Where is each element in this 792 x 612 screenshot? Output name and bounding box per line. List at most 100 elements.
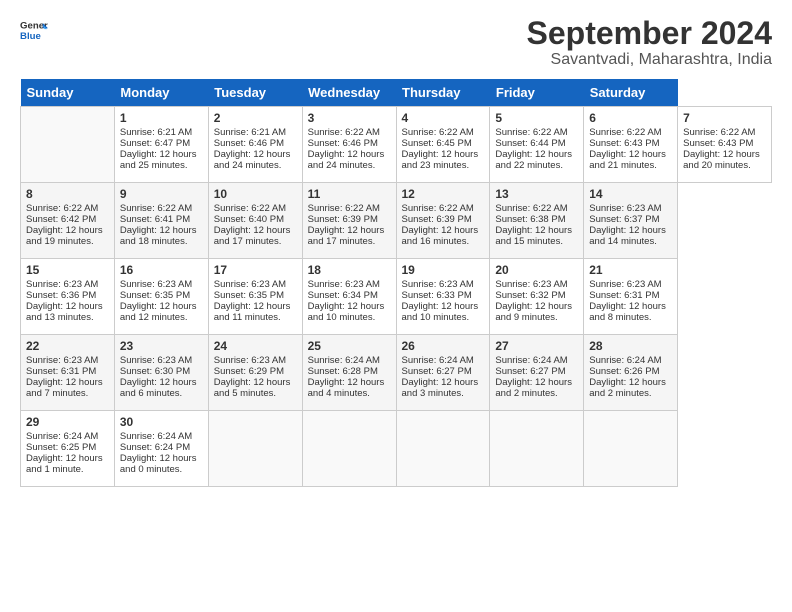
sunset-text: Sunset: 6:39 PM: [402, 214, 472, 225]
table-cell: 13 Sunrise: 6:22 AMSunset: 6:38 PMDayligh…: [490, 183, 584, 259]
table-cell: 18Sunrise: 6:23 AMSunset: 6:34 PMDayligh…: [302, 259, 396, 335]
sunrise-text: Sunrise: 6:22 AM: [308, 127, 380, 138]
table-cell: 12 Sunrise: 6:22 AMSunset: 6:39 PMDayligh…: [396, 183, 490, 259]
sunset-text: Sunset: 6:36 PM: [26, 290, 96, 301]
sunrise-text: Sunrise: 6:24 AM: [589, 355, 661, 366]
daylight-text: Daylight: 12 hours and 25 minutes.: [120, 149, 197, 171]
sunrise-text: Sunrise: 6:23 AM: [308, 279, 380, 290]
sunset-text: Sunset: 6:37 PM: [589, 214, 659, 225]
day-number: 19: [402, 263, 485, 277]
day-number: 5: [495, 111, 578, 125]
daylight-text: Daylight: 12 hours and 13 minutes.: [26, 301, 103, 323]
daylight-text: Daylight: 12 hours and 4 minutes.: [308, 377, 385, 399]
table-cell: [490, 411, 584, 487]
daylight-text: Daylight: 12 hours and 11 minutes.: [214, 301, 291, 323]
calendar-title: September 2024: [527, 16, 772, 51]
sunrise-text: Sunrise: 6:22 AM: [402, 203, 474, 214]
daylight-text: Daylight: 12 hours and 3 minutes.: [402, 377, 479, 399]
day-number: 26: [402, 339, 485, 353]
day-number: 12: [402, 187, 485, 201]
sunset-text: Sunset: 6:33 PM: [402, 290, 472, 301]
sunset-text: Sunset: 6:25 PM: [26, 442, 96, 453]
header: General Blue September 2024 Savantvadi, …: [20, 16, 772, 69]
calendar-subtitle: Savantvadi, Maharashtra, India: [527, 51, 772, 69]
sunrise-text: Sunrise: 6:24 AM: [120, 431, 192, 442]
sunset-text: Sunset: 6:45 PM: [402, 138, 472, 149]
table-cell: 9Sunrise: 6:22 AMSunset: 6:41 PMDaylight…: [114, 183, 208, 259]
col-sunday: Sunday: [21, 79, 115, 107]
daylight-text: Daylight: 12 hours and 2 minutes.: [495, 377, 572, 399]
day-number: 2: [214, 111, 297, 125]
sunrise-text: Sunrise: 6:23 AM: [402, 279, 474, 290]
table-cell: 20Sunrise: 6:23 AMSunset: 6:32 PMDayligh…: [490, 259, 584, 335]
day-number: 8: [26, 187, 109, 201]
calendar-header-row: Sunday Monday Tuesday Wednesday Thursday…: [21, 79, 772, 107]
day-number: 11: [308, 187, 391, 201]
day-number: 17: [214, 263, 297, 277]
sunset-text: Sunset: 6:46 PM: [214, 138, 284, 149]
daylight-text: Daylight: 12 hours and 23 minutes.: [402, 149, 479, 171]
sunrise-text: Sunrise: 6:22 AM: [495, 127, 567, 138]
daylight-text: Daylight: 12 hours and 24 minutes.: [214, 149, 291, 171]
day-number: 27: [495, 339, 578, 353]
table-cell: 21Sunrise: 6:23 AMSunset: 6:31 PMDayligh…: [584, 259, 678, 335]
day-number: 21: [589, 263, 672, 277]
sunrise-text: Sunrise: 6:22 AM: [495, 203, 567, 214]
day-number: 4: [402, 111, 485, 125]
daylight-text: Daylight: 12 hours and 5 minutes.: [214, 377, 291, 399]
sunrise-text: Sunrise: 6:24 AM: [308, 355, 380, 366]
daylight-text: Daylight: 12 hours and 10 minutes.: [308, 301, 385, 323]
daylight-text: Daylight: 12 hours and 10 minutes.: [402, 301, 479, 323]
sunset-text: Sunset: 6:38 PM: [495, 214, 565, 225]
sunset-text: Sunset: 6:46 PM: [308, 138, 378, 149]
table-cell: 27Sunrise: 6:24 AMSunset: 6:27 PMDayligh…: [490, 335, 584, 411]
table-cell: 8Sunrise: 6:22 AMSunset: 6:42 PMDaylight…: [21, 183, 115, 259]
sunrise-text: Sunrise: 6:24 AM: [402, 355, 474, 366]
sunset-text: Sunset: 6:43 PM: [683, 138, 753, 149]
table-cell: 3Sunrise: 6:22 AMSunset: 6:46 PMDaylight…: [302, 107, 396, 183]
table-cell: 29Sunrise: 6:24 AMSunset: 6:25 PMDayligh…: [21, 411, 115, 487]
table-cell: [208, 411, 302, 487]
daylight-text: Daylight: 12 hours and 21 minutes.: [589, 149, 666, 171]
day-number: 7: [683, 111, 766, 125]
daylight-text: Daylight: 12 hours and 1 minute.: [26, 453, 103, 475]
sunrise-text: Sunrise: 6:23 AM: [214, 279, 286, 290]
day-number: 13: [495, 187, 578, 201]
sunrise-text: Sunrise: 6:22 AM: [589, 127, 661, 138]
daylight-text: Daylight: 12 hours and 0 minutes.: [120, 453, 197, 475]
sunset-text: Sunset: 6:35 PM: [120, 290, 190, 301]
daylight-text: Daylight: 12 hours and 17 minutes.: [214, 225, 291, 247]
day-number: 18: [308, 263, 391, 277]
daylight-text: Daylight: 12 hours and 16 minutes.: [402, 225, 479, 247]
day-number: 6: [589, 111, 672, 125]
table-cell: [584, 411, 678, 487]
sunset-text: Sunset: 6:31 PM: [589, 290, 659, 301]
col-thursday: Thursday: [396, 79, 490, 107]
logo-icon: General Blue: [20, 16, 48, 44]
sunrise-text: Sunrise: 6:22 AM: [308, 203, 380, 214]
sunset-text: Sunset: 6:28 PM: [308, 366, 378, 377]
daylight-text: Daylight: 12 hours and 15 minutes.: [495, 225, 572, 247]
daylight-text: Daylight: 12 hours and 19 minutes.: [26, 225, 103, 247]
table-cell: 15Sunrise: 6:23 AMSunset: 6:36 PMDayligh…: [21, 259, 115, 335]
table-cell: 14Sunrise: 6:23 AMSunset: 6:37 PMDayligh…: [584, 183, 678, 259]
sunrise-text: Sunrise: 6:22 AM: [120, 203, 192, 214]
day-number: 23: [120, 339, 203, 353]
day-number: 16: [120, 263, 203, 277]
sunrise-text: Sunrise: 6:23 AM: [495, 279, 567, 290]
table-cell: 22Sunrise: 6:23 AMSunset: 6:31 PMDayligh…: [21, 335, 115, 411]
daylight-text: Daylight: 12 hours and 14 minutes.: [589, 225, 666, 247]
sunset-text: Sunset: 6:42 PM: [26, 214, 96, 225]
day-number: 10: [214, 187, 297, 201]
sunrise-text: Sunrise: 6:24 AM: [26, 431, 98, 442]
table-cell: 24Sunrise: 6:23 AMSunset: 6:29 PMDayligh…: [208, 335, 302, 411]
sunset-text: Sunset: 6:41 PM: [120, 214, 190, 225]
sunrise-text: Sunrise: 6:23 AM: [589, 279, 661, 290]
day-number: 3: [308, 111, 391, 125]
col-friday: Friday: [490, 79, 584, 107]
logo: General Blue: [20, 16, 48, 44]
col-tuesday: Tuesday: [208, 79, 302, 107]
sunset-text: Sunset: 6:47 PM: [120, 138, 190, 149]
calendar-week-row: 1Sunrise: 6:21 AMSunset: 6:47 PMDaylight…: [21, 107, 772, 183]
sunset-text: Sunset: 6:40 PM: [214, 214, 284, 225]
